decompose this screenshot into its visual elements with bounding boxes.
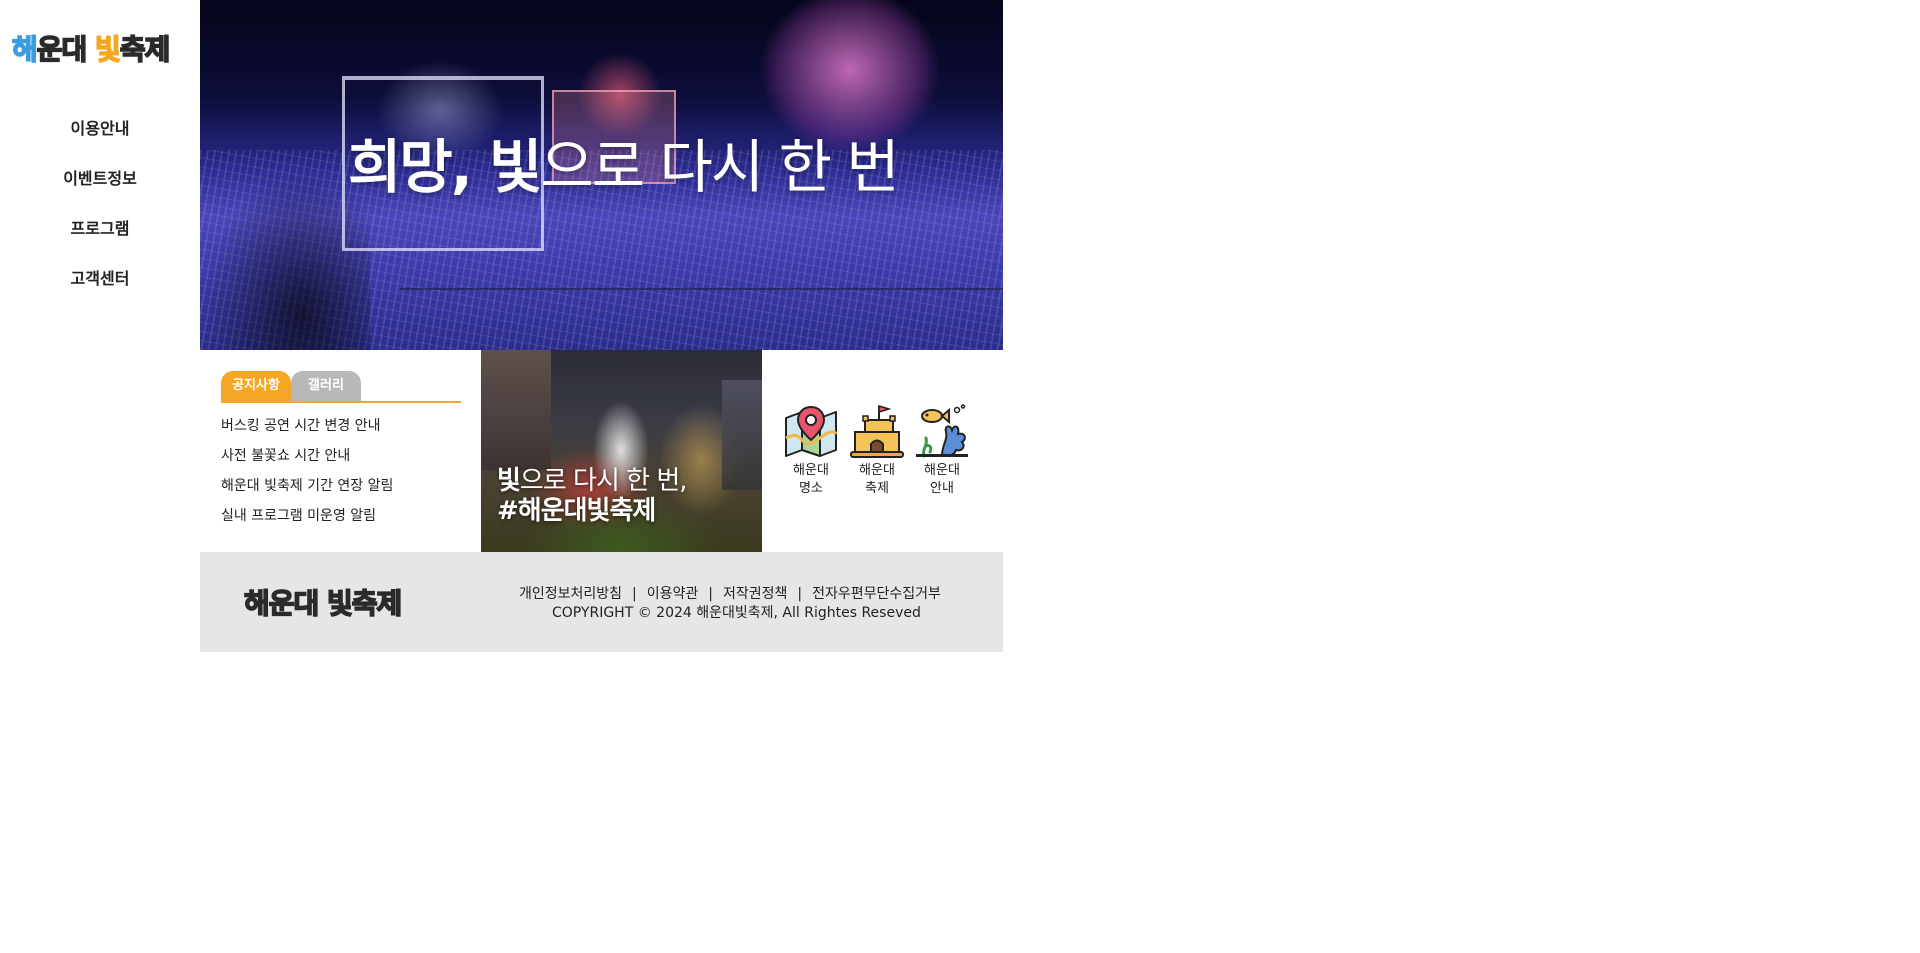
main-nav: 이용안내 이벤트정보 프로그램 고객센터 [0, 112, 200, 312]
nav-item-guide[interactable]: 이용안내 [0, 112, 200, 162]
logo-part-4: 축제 [119, 32, 171, 67]
quick-item-label: 해운대축제 [846, 462, 908, 498]
footer-links: 개인정보처리방침 | 이용약관 | 저작권정책 | 전자우편무단수집거부 [519, 583, 941, 603]
logo-part-2: 운대 [36, 32, 96, 67]
sandcastle-icon [850, 404, 904, 458]
promo-building-left [481, 350, 551, 470]
promo-banner[interactable]: 빛으로 다시 한 번, #해운대빛축제 [481, 350, 762, 552]
copyright-text: COPYRIGHT © 2024 해운대빛축제, All Rightes Res… [552, 605, 921, 621]
sidebar: 해운대 빛축제 이용안내 이벤트정보 프로그램 고객센터 [0, 0, 200, 350]
quick-item-festival[interactable]: 해운대축제 [846, 404, 908, 498]
quick-item-info[interactable]: 해운대안내 [911, 404, 973, 498]
promo-hashtag: #해운대빛축제 [497, 496, 656, 526]
notice-item[interactable]: 실내 프로그램 미운영 알림 [221, 503, 461, 533]
hero-title-bold: 희망, 빛 [348, 133, 542, 201]
fish-coral-icon [916, 404, 968, 458]
quick-item-attractions[interactable]: 해운대명소 [780, 404, 842, 498]
footer-separator: | [797, 586, 803, 602]
notice-item[interactable]: 해운대 빛축제 기간 연장 알림 [221, 473, 461, 503]
tab-notice[interactable]: 공지사항 [221, 371, 291, 401]
quick-item-label: 해운대안내 [911, 462, 973, 498]
promo-caption: 빛으로 다시 한 번, #해운대빛축제 [497, 466, 688, 526]
hero-banner: 희망, 빛으로 다시 한 번 [200, 0, 1003, 350]
logo-part-1: 해 [11, 32, 38, 67]
quick-label-line2: 명소 [799, 481, 823, 496]
promo-line1-bold: 빛 [497, 466, 521, 496]
nav-item-programs[interactable]: 프로그램 [0, 212, 200, 262]
logo-part-3: 빛 [94, 32, 121, 67]
nav-item-events[interactable]: 이벤트정보 [0, 162, 200, 212]
hero-title: 희망, 빛으로 다시 한 번 [348, 132, 900, 202]
footer-link-terms[interactable]: 이용약관 [647, 586, 699, 602]
footer-separator: | [708, 586, 714, 602]
hero-title-rest: 으로 다시 한 번 [540, 133, 899, 201]
quick-label-line1: 해운대 [793, 463, 829, 478]
footer-link-email-refusal[interactable]: 전자우편무단수집거부 [812, 586, 941, 602]
promo-line1-rest: 으로 다시 한 번, [519, 466, 688, 496]
quick-label-line1: 해운대 [924, 463, 960, 478]
footer-separator: | [632, 586, 637, 602]
quick-item-label: 해운대명소 [780, 462, 842, 498]
hero-fence [400, 288, 1003, 330]
promo-building-right [722, 380, 762, 490]
quick-menu: 해운대명소 해운대축제 해운대안내 [762, 350, 1003, 552]
site-logo[interactable]: 해운대 빛축제 [11, 32, 188, 68]
footer-link-copyright-policy[interactable]: 저작권정책 [723, 586, 787, 602]
notice-item[interactable]: 버스킹 공연 시간 변경 안내 [221, 413, 461, 443]
footer-link-privacy[interactable]: 개인정보처리방침 [519, 586, 622, 602]
quick-label-line1: 해운대 [859, 463, 895, 478]
footer-logo[interactable]: 해운대 빛축제 [243, 582, 403, 622]
tab-gallery[interactable]: 갤러리 [291, 371, 361, 401]
notice-list: 버스킹 공연 시간 변경 안내 사전 불꽃쇼 시간 안내 해운대 빛축제 기간 … [221, 413, 461, 533]
notice-item[interactable]: 사전 불꽃쇼 시간 안내 [221, 443, 461, 473]
quick-label-line2: 축제 [865, 481, 889, 496]
quick-label-line2: 안내 [930, 481, 954, 496]
footer: 해운대 빛축제 개인정보처리방침 | 이용약관 | 저작권정책 | 전자우편무단수집거부 C… [200, 552, 1003, 652]
nav-item-support[interactable]: 고객센터 [0, 262, 200, 312]
map-pin-icon [785, 405, 838, 457]
notice-board: 공지사항 갤러리 버스킹 공연 시간 변경 안내 사전 불꽃쇼 시간 안내 해운… [200, 350, 481, 552]
notice-tabs: 공지사항 갤러리 [221, 371, 461, 403]
